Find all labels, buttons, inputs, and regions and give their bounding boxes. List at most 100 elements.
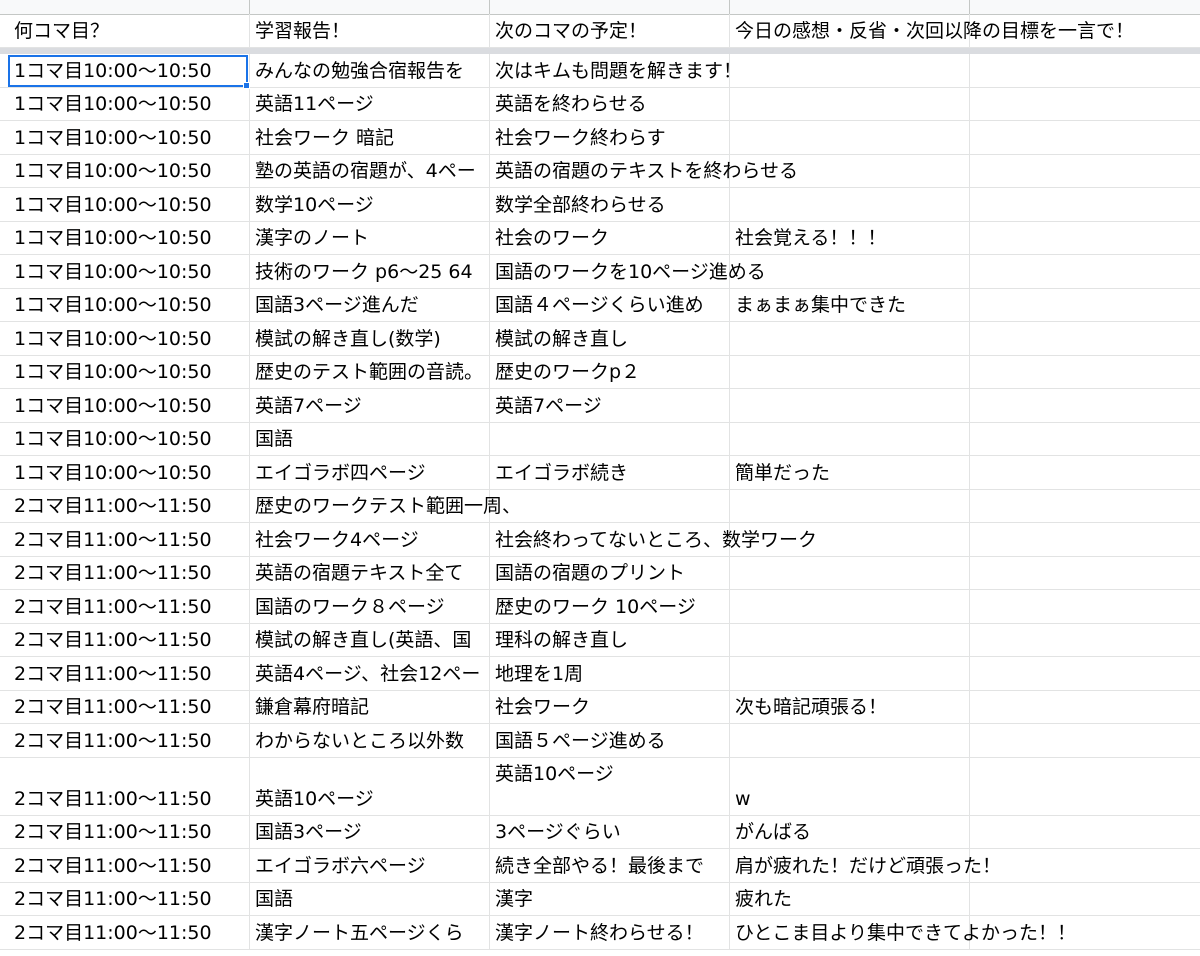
table-cell[interactable]: 1コマ目10:00〜10:50 (8, 423, 249, 456)
table-cell[interactable]: 漢字ノート終わらせる！ (489, 916, 729, 949)
table-cell[interactable] (489, 490, 729, 523)
table-cell[interactable]: 1コマ目10:00〜10:50 (8, 121, 249, 154)
table-cell[interactable] (729, 356, 969, 389)
table-cell[interactable]: 社会覚える！！！ (729, 222, 1200, 255)
table-cell[interactable]: 2コマ目11:00〜11:50 (8, 490, 249, 523)
table-cell[interactable] (729, 322, 969, 355)
table-cell[interactable]: 国語3ページ (249, 816, 489, 849)
table-cell[interactable]: 社会ワーク (489, 691, 729, 724)
table-cell[interactable]: 1コマ目10:00〜10:50 (8, 289, 249, 322)
table-cell[interactable]: 英語7ページ (249, 389, 489, 422)
table-cell[interactable] (729, 423, 969, 456)
table-cell[interactable]: 国語４ページくらい進め (489, 289, 729, 322)
table-cell[interactable]: 2コマ目11:00〜11:50 (8, 657, 249, 690)
table-cell[interactable] (729, 389, 969, 422)
table-cell[interactable]: 肩が疲れた！だけど頑張った！ (729, 849, 1200, 882)
table-cell[interactable] (729, 724, 969, 757)
table-cell[interactable]: エイゴラボ続き (489, 456, 729, 489)
table-cell[interactable]: 2コマ目11:00〜11:50 (8, 883, 249, 916)
table-cell[interactable]: 漢字ノート五ページくら (249, 916, 489, 949)
table-cell[interactable]: ひとこま目より集中できてよかった！！ (729, 916, 1200, 949)
table-row[interactable]: 1コマ目10:00〜10:50 数学10ページ 数学全部終わらせる (0, 188, 1200, 222)
table-cell[interactable] (729, 657, 969, 690)
table-cell[interactable]: 模試の解き直し(数学) (249, 322, 489, 355)
table-cell[interactable] (729, 188, 969, 221)
table-row[interactable]: 2コマ目11:00〜11:50 国語3ページ 3ページぐらい がんばる (0, 815, 1200, 849)
table-cell[interactable] (729, 88, 969, 121)
table-cell[interactable]: 国語3ページ進んだ (249, 289, 489, 322)
table-row[interactable]: 1コマ目10:00〜10:50 国語 (0, 422, 1200, 456)
table-cell[interactable] (729, 523, 969, 556)
table-cell[interactable]: がんばる (729, 816, 1200, 849)
table-cell[interactable] (729, 155, 969, 188)
table-cell[interactable]: 漢字 (489, 883, 729, 916)
header-cell[interactable]: 何コマ目？ (8, 14, 249, 47)
table-row[interactable]: 1コマ目10:00〜10:50 国語3ページ進んだ 国語４ページくらい進め まぁまぁ集… (0, 288, 1200, 322)
header-cell[interactable]: 学習報告！ (249, 14, 489, 47)
table-cell[interactable]: 1コマ目10:00〜10:50 (8, 255, 249, 288)
table-cell[interactable]: まぁまぁ集中できた (729, 289, 1200, 322)
table-row[interactable]: 1コマ目10:00〜10:50 塾の英語の宿題が、4ペー 英語の宿題のテキストを終わ… (0, 154, 1200, 188)
table-row[interactable]: 1コマ目10:00〜10:50 みんなの勉強合宿報告を 次はキムも問題を解きます！ (0, 54, 1200, 88)
table-cell[interactable]: 1コマ目10:00〜10:50 (8, 389, 249, 422)
table-row[interactable]: 2コマ目11:00〜11:50 国語のワーク８ページ 歴史のワーク 10ページ (0, 590, 1200, 624)
table-cell[interactable]: 1コマ目10:00〜10:50 (8, 222, 249, 255)
table-cell[interactable] (729, 557, 969, 590)
table-cell[interactable]: 2コマ目11:00〜11:50 (8, 849, 249, 882)
table-row[interactable]: 2コマ目11:00〜11:50 社会ワーク4ページ 社会終わってないところ、数学ワー… (0, 523, 1200, 557)
table-cell[interactable]: 英語10ページ (489, 758, 729, 815)
table-cell[interactable]: 2コマ目11:00〜11:50 (8, 816, 249, 849)
table-row[interactable]: 2コマ目11:00〜11:50 英語4ページ、社会12ペー 地理を1周 (0, 657, 1200, 691)
table-cell[interactable] (729, 121, 969, 154)
table-cell[interactable]: 国語 (249, 883, 489, 916)
table-cell[interactable]: 2コマ目11:00〜11:50 (8, 523, 249, 556)
table-cell[interactable]: 英語10ページ (249, 758, 489, 815)
table-cell[interactable]: 英語11ページ (249, 88, 489, 121)
table-cell[interactable] (729, 490, 969, 523)
table-cell[interactable]: 1コマ目10:00〜10:50 (8, 456, 249, 489)
table-cell[interactable]: 1コマ目10:00〜10:50 (8, 188, 249, 221)
table-row[interactable]: 2コマ目11:00〜11:50 国語 漢字 疲れた (0, 882, 1200, 916)
table-cell[interactable]: 2コマ目11:00〜11:50 (8, 691, 249, 724)
table-cell[interactable] (729, 54, 969, 87)
table-cell[interactable]: 1コマ目10:00〜10:50 (8, 322, 249, 355)
table-cell[interactable]: 次も暗記頑張る！ (729, 691, 1200, 724)
table-row[interactable]: 2コマ目11:00〜11:50 模試の解き直し(英語、国 理科の解き直し (0, 623, 1200, 657)
table-cell[interactable]: 鎌倉幕府暗記 (249, 691, 489, 724)
table-row[interactable]: 1コマ目10:00〜10:50 技術のワーク p6〜25 64 国語のワークを10ペ… (0, 255, 1200, 289)
table-cell[interactable]: 漢字のノート (249, 222, 489, 255)
table-row[interactable]: 2コマ目11:00〜11:50 わからないところ以外数 国語５ページ進める (0, 724, 1200, 758)
table-cell[interactable]: 模試の解き直し(英語、国 (249, 624, 489, 657)
table-cell[interactable]: 2コマ目11:00〜11:50 (8, 758, 249, 815)
table-cell[interactable]: 疲れた (729, 883, 1200, 916)
table-cell[interactable]: 数学10ページ (249, 188, 489, 221)
table-row[interactable]: 2コマ目11:00〜11:50 英語の宿題テキスト全て 国語の宿題のプリント (0, 556, 1200, 590)
table-row[interactable]: 1コマ目10:00〜10:50 エイゴラボ四ページ エイゴラボ続き 簡単だった (0, 456, 1200, 490)
table-cell[interactable]: 国語のワーク８ページ (249, 590, 489, 623)
table-cell[interactable]: エイゴラボ四ページ (249, 456, 489, 489)
table-row[interactable]: 1コマ目10:00〜10:50 英語7ページ 英語7ページ (0, 389, 1200, 423)
table-cell[interactable]: 2コマ目11:00〜11:50 (8, 557, 249, 590)
table-cell[interactable]: 社会ワーク4ページ (249, 523, 489, 556)
table-cell[interactable]: 英語の宿題テキスト全て (249, 557, 489, 590)
header-cell[interactable]: 今日の感想・反省・次回以降の目標を一言で！ (729, 14, 1200, 47)
table-cell[interactable]: 2コマ目11:00〜11:50 (8, 724, 249, 757)
column-header-strip[interactable] (0, 0, 1200, 15)
table-cell[interactable]: 社会ワーク 暗記 (249, 121, 489, 154)
table-row[interactable]: 2コマ目11:00〜11:50 歴史のワークテスト範囲一周、 (0, 489, 1200, 523)
table-cell[interactable]: 歴史のテスト範囲の音読。 (249, 356, 489, 389)
table-cell[interactable]: 3ページぐらい (489, 816, 729, 849)
table-cell[interactable]: 1コマ目10:00〜10:50 (8, 356, 249, 389)
table-row[interactable]: 2コマ目11:00〜11:50 漢字ノート五ページくら 漢字ノート終わらせる！ ひとこ… (0, 916, 1200, 950)
table-row[interactable]: 1コマ目10:00〜10:50 漢字のノート 社会のワーク 社会覚える！！！ (0, 221, 1200, 255)
table-row[interactable]: 1コマ目10:00〜10:50 社会ワーク 暗記 社会ワーク終わらす (0, 121, 1200, 155)
table-cell[interactable]: みんなの勉強合宿報告を (249, 54, 489, 87)
table-cell[interactable] (729, 590, 969, 623)
table-cell[interactable]: 簡単だった (729, 456, 1200, 489)
table-row[interactable]: 1コマ目10:00〜10:50 模試の解き直し(数学) 模試の解き直し (0, 322, 1200, 356)
table-cell[interactable] (489, 423, 729, 456)
table-cell[interactable]: w (729, 758, 1200, 815)
table-cell[interactable]: 1コマ目10:00〜10:50 (8, 88, 249, 121)
table-row[interactable]: 2コマ目11:00〜11:50 英語10ページ 英語10ページ w (0, 757, 1200, 816)
table-cell[interactable]: 1コマ目10:00〜10:50 (8, 54, 249, 87)
